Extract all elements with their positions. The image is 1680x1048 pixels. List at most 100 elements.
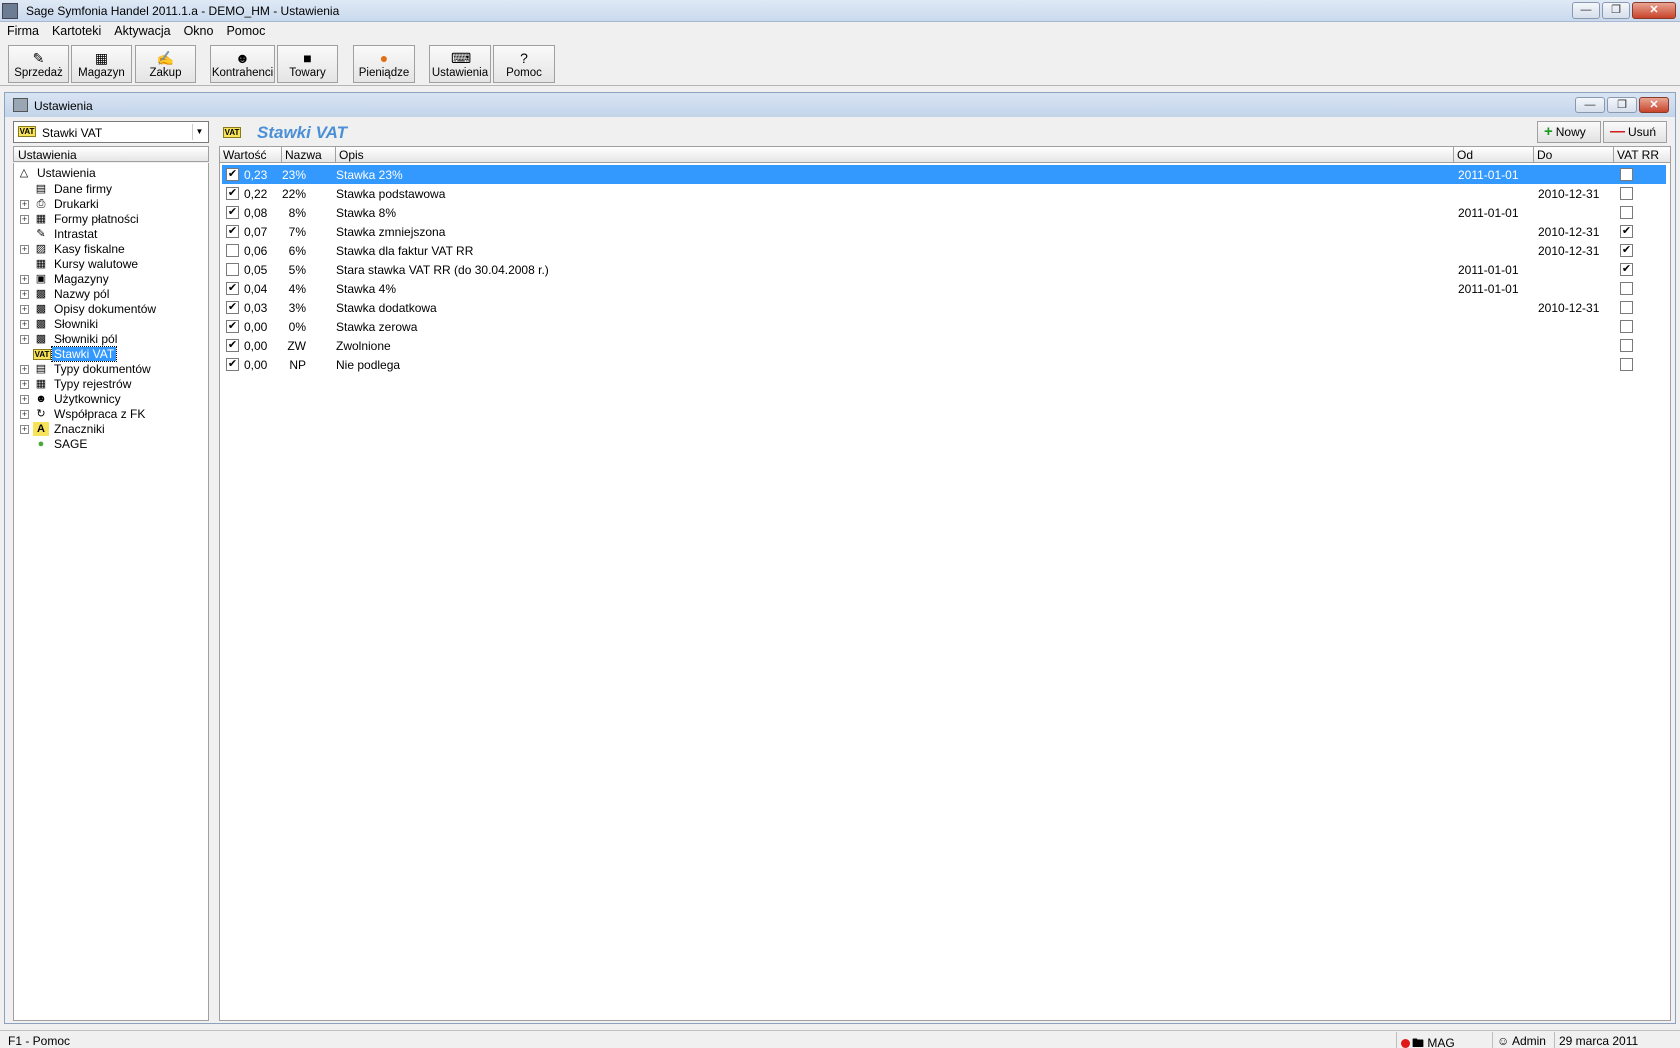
table-row[interactable]: ✔ 0,04 4% Stawka 4% 2011-01-01 (222, 279, 1666, 298)
column-header-opis[interactable]: Opis (336, 147, 1454, 163)
column-header-wartosc[interactable]: Wartość (220, 147, 282, 163)
column-header-nazwa[interactable]: Nazwa (282, 147, 336, 163)
active-checkbox[interactable] (226, 244, 239, 257)
cell-description: Stawka 8% (336, 206, 397, 220)
vat-rr-checkbox[interactable] (1620, 282, 1633, 295)
table-row[interactable]: ✔ 0,00 NP Nie podlega (222, 355, 1666, 374)
vat-rr-checkbox[interactable] (1620, 320, 1633, 333)
child-restore-button[interactable]: ❐ (1607, 97, 1637, 113)
active-checkbox[interactable]: ✔ (226, 301, 239, 314)
minimize-button[interactable]: — (1572, 2, 1600, 19)
active-checkbox[interactable]: ✔ (226, 339, 239, 352)
table-row[interactable]: ✔ 0,07 7% Stawka zmniejszona 2010-12-31 ✔ (222, 222, 1666, 241)
toolbar-sales-button[interactable]: ✎ Sprzedaż (8, 45, 69, 83)
table-row[interactable]: ✔ 0,00 ZW Zwolnione (222, 336, 1666, 355)
tree-item-label: Formy płatności (54, 212, 139, 226)
table-row[interactable]: ✔ 0,03 3% Stawka dodatkowa 2010-12-31 (222, 298, 1666, 317)
tree-item-vat[interactable]: VAT Stawki VAT (20, 346, 118, 362)
expand-icon[interactable]: + (20, 379, 29, 389)
vat-rr-checkbox[interactable]: ✔ (1620, 244, 1633, 257)
tree-item-sage[interactable]: ● SAGE (20, 436, 89, 452)
child-close-button[interactable]: ✕ (1639, 97, 1669, 113)
table-row[interactable]: ✔ 0,00 0% Stawka zerowa (222, 317, 1666, 336)
tree-item-register-types[interactable]: + ▦ Typy rejestrów (20, 376, 133, 392)
expand-icon[interactable]: + (20, 334, 29, 344)
active-checkbox[interactable]: ✔ (226, 187, 239, 200)
new-button[interactable]: + Nowy (1537, 121, 1601, 143)
expand-icon[interactable]: + (20, 424, 29, 434)
toolbar-warehouse-button[interactable]: ▦ Magazyn (71, 45, 132, 83)
expand-icon[interactable]: + (20, 319, 29, 329)
table-row[interactable]: ✔ 0,08 8% Stawka 8% 2011-01-01 (222, 203, 1666, 222)
toolbar-contractors-button[interactable]: ☻ Kontrahenci (210, 45, 275, 83)
active-checkbox[interactable]: ✔ (226, 282, 239, 295)
tree-item-users[interactable]: + ☻ Użytkownicy (20, 391, 123, 407)
menu-kartoteki[interactable]: Kartoteki (45, 22, 107, 38)
expand-icon[interactable]: + (20, 214, 29, 224)
tree-item-company-data[interactable]: ▤ Dane firmy (20, 181, 114, 197)
tree-item-document-descriptions[interactable]: + ▩ Opisy dokumentów (20, 301, 158, 317)
column-header-do[interactable]: Do (1534, 147, 1614, 163)
active-checkbox[interactable] (226, 263, 239, 276)
vat-rr-checkbox[interactable] (1620, 206, 1633, 219)
tree-item-field-dictionaries[interactable]: + ▩ Słowniki pól (20, 331, 119, 347)
expand-icon[interactable]: + (20, 199, 29, 209)
expand-icon[interactable]: + (20, 394, 29, 404)
active-checkbox[interactable]: ✔ (226, 320, 239, 333)
tree-item-label: Opisy dokumentów (54, 302, 157, 316)
vat-icon: VAT (33, 347, 51, 361)
active-checkbox[interactable]: ✔ (226, 358, 239, 371)
toolbar-goods-button[interactable]: ■ Towary (277, 45, 338, 83)
expand-icon[interactable]: + (20, 304, 29, 314)
active-checkbox[interactable]: ✔ (226, 225, 239, 238)
vat-rr-checkbox[interactable]: ✔ (1620, 263, 1633, 276)
tree-item-fk-cooperation[interactable]: + ↻ Współpraca z FK (20, 406, 147, 422)
tree-item-warehouses[interactable]: + ▣ Magazyny (20, 271, 111, 287)
settings-window-icon[interactable] (13, 98, 28, 112)
tree-item-cash-register[interactable]: + ▨ Kasy fiskalne (20, 241, 127, 257)
vat-rr-checkbox[interactable] (1620, 187, 1633, 200)
vat-rr-checkbox[interactable] (1620, 358, 1633, 371)
tree-item-printer[interactable]: + ⎙ Drukarki (20, 196, 101, 212)
tree-item-markers[interactable]: + A Znaczniki (20, 421, 107, 437)
tree-item-intrastat[interactable]: ✎ Intrastat (20, 226, 99, 242)
expand-icon[interactable]: + (20, 364, 29, 374)
chevron-down-icon[interactable]: ▼ (192, 124, 206, 140)
menu-aktywacja[interactable]: Aktywacja (107, 22, 176, 38)
active-checkbox[interactable]: ✔ (226, 168, 239, 181)
tree-item-exchange-rates[interactable]: ▦ Kursy walutowe (20, 256, 140, 272)
column-header-od[interactable]: Od (1454, 147, 1534, 163)
active-checkbox[interactable]: ✔ (226, 206, 239, 219)
tree-item-document-types[interactable]: + ▤ Typy dokumentów (20, 361, 153, 377)
expand-icon[interactable]: + (20, 289, 29, 299)
close-button[interactable]: ✕ (1632, 2, 1676, 19)
expand-icon[interactable]: + (20, 409, 29, 419)
table-row[interactable]: ✔ 0,23 23% Stawka 23% 2011-01-01 (222, 165, 1666, 184)
section-combo[interactable]: VAT Stawki VAT ▼ (13, 121, 209, 143)
tree-item-field-names[interactable]: + ▩ Nazwy pól (20, 286, 111, 302)
child-minimize-button[interactable]: — (1575, 97, 1605, 113)
vat-rr-checkbox[interactable] (1620, 301, 1633, 314)
menu-firma[interactable]: Firma (0, 22, 45, 38)
toolbar-money-button[interactable]: ● Pieniądze (353, 45, 415, 83)
expand-icon[interactable]: + (20, 274, 29, 284)
table-row[interactable]: 0,05 5% Stara stawka VAT RR (do 30.04.2008… (222, 260, 1666, 279)
delete-button[interactable]: — Usuń (1603, 121, 1667, 143)
vat-rr-checkbox[interactable] (1620, 339, 1633, 352)
vat-rr-checkbox[interactable]: ✔ (1620, 225, 1633, 238)
menu-pomoc[interactable]: Pomoc (219, 22, 271, 38)
table-row[interactable]: ✔ 0,22 22% Stawka podstawowa 2010-12-31 (222, 184, 1666, 203)
column-header-vat-rr[interactable]: VAT RR (1614, 147, 1670, 163)
menu-okno[interactable]: Okno (177, 22, 220, 38)
vat-rr-checkbox[interactable] (1620, 168, 1633, 181)
tree-item-dictionaries[interactable]: + ▩ Słowniki (20, 316, 100, 332)
tree-root[interactable]: △ Ustawienia (16, 165, 98, 181)
restore-button[interactable]: ❐ (1602, 2, 1630, 19)
expand-icon[interactable]: + (20, 244, 29, 254)
toolbar-settings-button[interactable]: ⌨ Ustawienia (429, 45, 491, 83)
toolbar-purchase-button[interactable]: ✍ Zakup (135, 45, 196, 83)
app-icon[interactable] (2, 3, 18, 19)
tree-item-payment-forms[interactable]: + ▦ Formy płatności (20, 211, 141, 227)
toolbar-help-button[interactable]: ? Pomoc (493, 45, 555, 83)
table-row[interactable]: 0,06 6% Stawka dla faktur VAT RR 2010-12-31… (222, 241, 1666, 260)
